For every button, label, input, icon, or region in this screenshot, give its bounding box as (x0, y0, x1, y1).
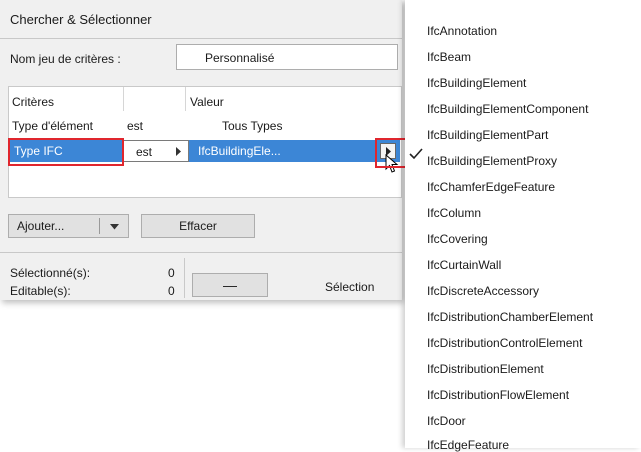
editable-count: 0 (168, 284, 175, 298)
menu-item[interactable]: IfcDistributionControlElement (427, 336, 582, 350)
menu-item[interactable]: IfcBeam (427, 50, 471, 64)
selected-count: 0 (168, 266, 175, 280)
footer-divider (0, 252, 402, 253)
add-button[interactable]: Ajouter... (8, 214, 129, 238)
menu-item[interactable]: IfcChamferEdgeFeature (427, 180, 555, 194)
menu-item-checked[interactable]: IfcBuildingElementProxy (427, 154, 557, 168)
operator-value: est (136, 145, 153, 159)
col-divider (185, 87, 186, 111)
split-divider (99, 218, 100, 234)
find-select-dialog: Chercher & Sélectionner Nom jeu de critè… (0, 0, 407, 300)
menu-item[interactable]: IfcBuildingElement (427, 76, 526, 90)
menu-item[interactable]: IfcAnnotation (427, 24, 497, 38)
menu-item[interactable]: IfcColumn (427, 206, 481, 220)
criteria-set-value: Personnalisé (205, 51, 275, 65)
menu-item[interactable]: IfcBuildingElementComponent (427, 102, 588, 116)
col-divider (123, 87, 124, 111)
criteria-set-field[interactable]: Personnalisé (176, 44, 398, 70)
ifc-type-menu: IfcAnnotation IfcBeam IfcBuildingElement… (405, 0, 641, 452)
menu-item[interactable]: IfcDistributionFlowElement (427, 388, 569, 402)
operator-select[interactable]: est (123, 140, 189, 162)
menu-item[interactable]: IfcDistributionElement (427, 362, 544, 376)
row-operator: est (127, 119, 144, 133)
checkmark-icon (409, 148, 423, 160)
minus-button[interactable]: — (192, 273, 268, 297)
menu-item[interactable]: IfcBuildingElementPart (427, 128, 548, 142)
editable-label: Editable(s): (10, 284, 71, 298)
menu-item[interactable]: IfcCovering (427, 232, 488, 246)
caret-right-icon (176, 147, 181, 156)
chevron-down-icon[interactable] (110, 224, 119, 230)
footer-vdivider (184, 258, 185, 298)
row-value: Tous Types (222, 119, 283, 133)
row-value: IfcBuildingEle... (198, 144, 281, 158)
row-criterion: Type d'élément (12, 119, 94, 133)
highlight-criterion (8, 138, 124, 166)
selection-label: Sélection (325, 280, 375, 294)
selected-label: Sélectionné(s): (10, 266, 91, 280)
menu-item[interactable]: IfcCurtainWall (427, 258, 501, 272)
clear-button[interactable]: Effacer (141, 214, 255, 238)
col-header-value: Valeur (190, 95, 224, 109)
criteria-set-label: Nom jeu de critères : (10, 52, 121, 66)
title-divider (0, 38, 402, 39)
menu-item[interactable]: IfcDoor (427, 414, 466, 428)
add-button-label: Ajouter... (17, 219, 65, 233)
menu-item[interactable]: IfcEdgeFeature (427, 438, 509, 452)
menu-item[interactable]: IfcDistributionChamberElement (427, 310, 593, 324)
col-header-criteria: Critères (12, 95, 55, 109)
highlight-dropdown-button (375, 138, 407, 168)
dialog-title: Chercher & Sélectionner (10, 12, 152, 27)
menu-item[interactable]: IfcDiscreteAccessory (427, 284, 539, 298)
